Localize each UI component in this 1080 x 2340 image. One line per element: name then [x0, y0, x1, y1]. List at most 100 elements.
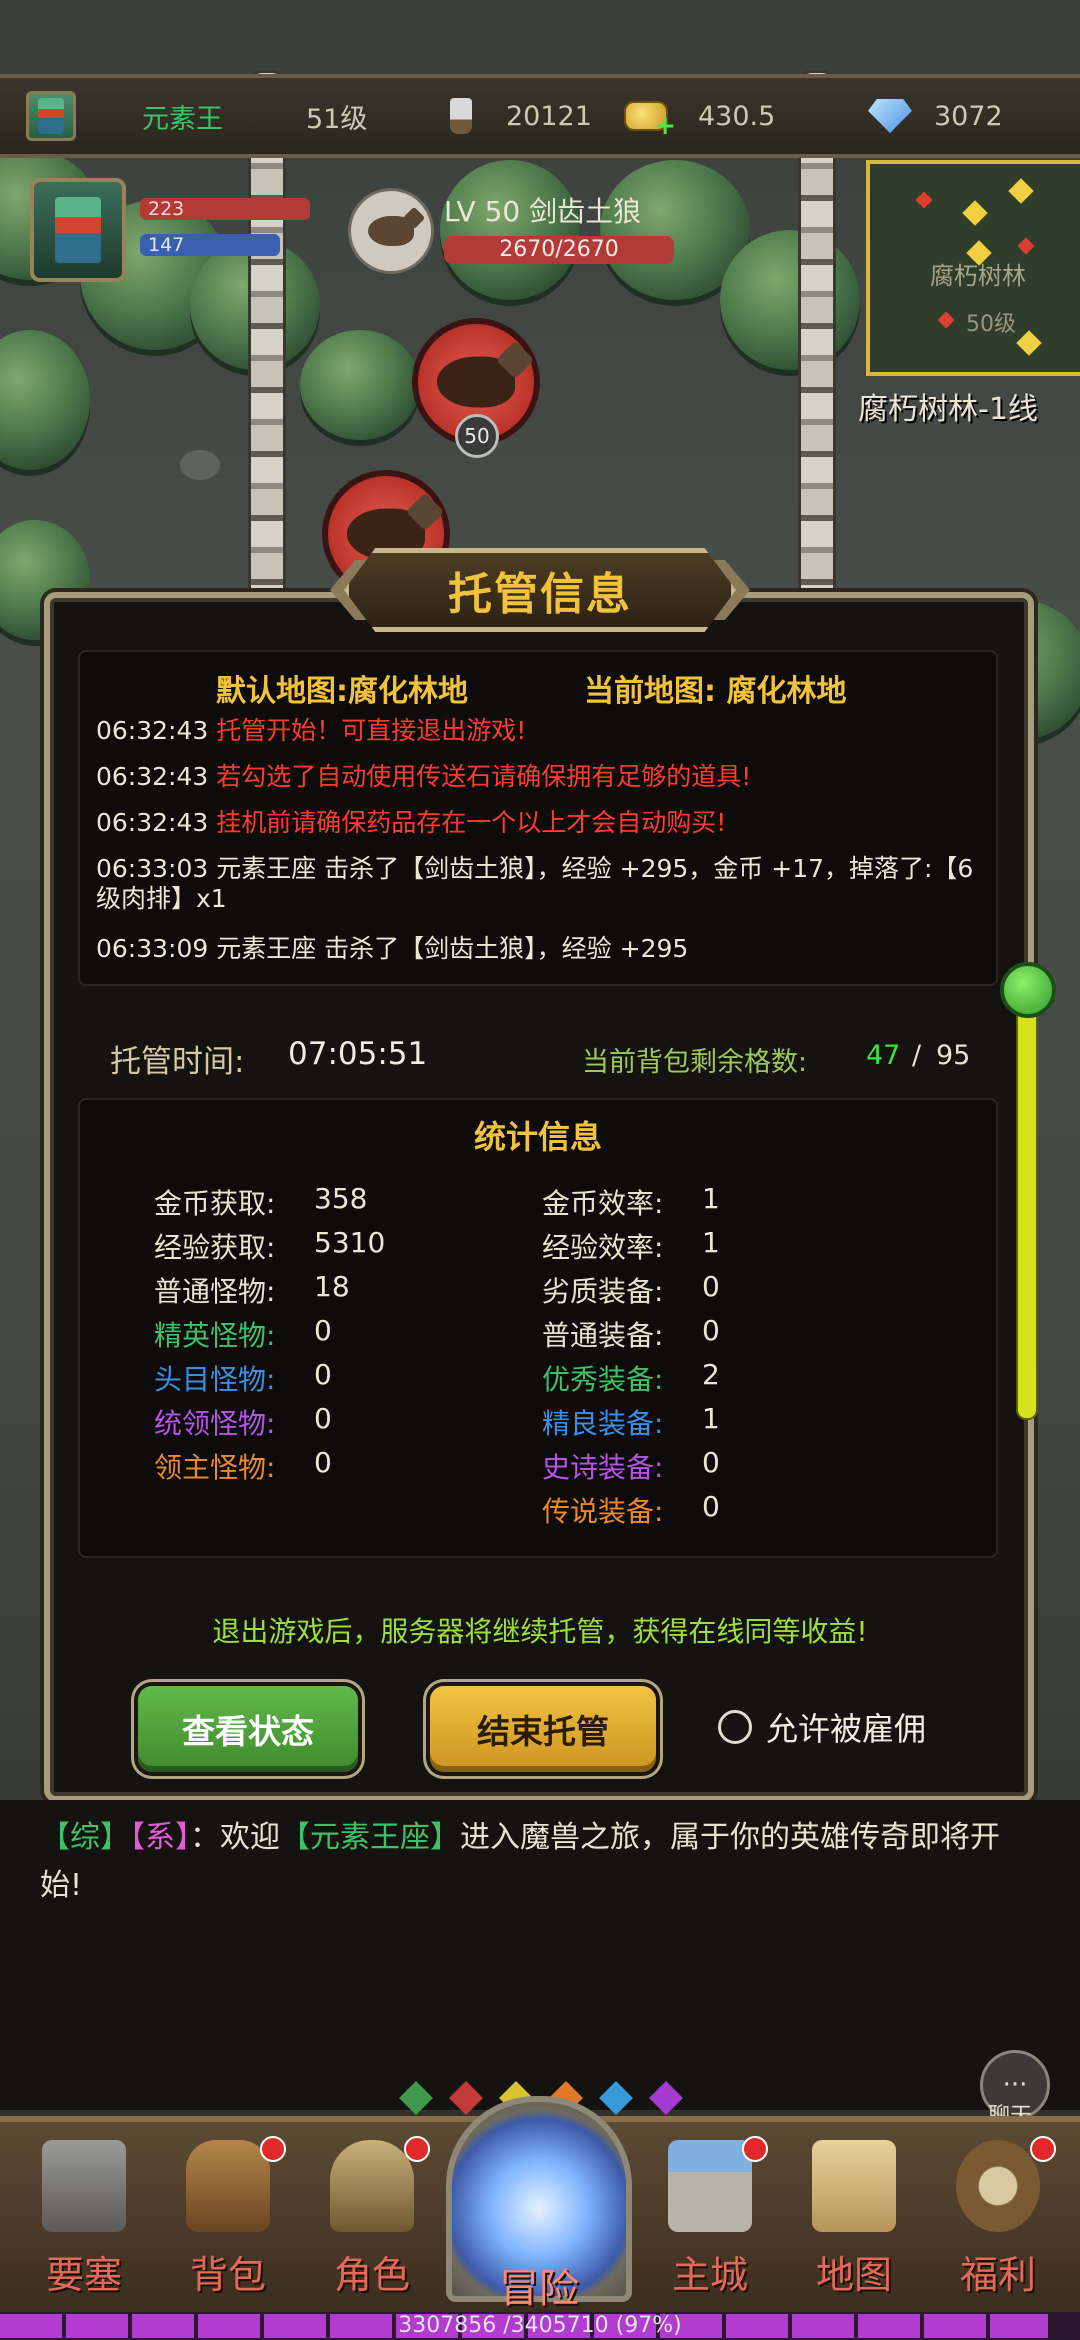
- stat-value: 358: [314, 1182, 368, 1215]
- player-name: 元素王: [142, 103, 223, 135]
- minimap-enemy-dot: [1017, 237, 1035, 255]
- wolf-icon: [436, 356, 516, 408]
- stat-row: 经验效率: 1: [542, 1226, 720, 1266]
- hosting-log-panel[interactable]: 默认地图:腐化林地 当前地图: 腐化林地 06:32:43 托管开始！可直接退出…: [78, 650, 998, 986]
- diamond-group[interactable]: 3072: [868, 92, 1003, 140]
- gold-group[interactable]: 430.5: [624, 92, 776, 141]
- power-value: 20121: [506, 100, 592, 132]
- bag-slots-label: 当前背包剩余格数:: [582, 1047, 808, 1078]
- log-line: 06:33:09 元素王座 击杀了【剑齿土狼】，经验 +295: [96, 934, 689, 963]
- side-scroll-knob[interactable]: [1000, 962, 1056, 1018]
- stat-label: 经验获取:: [154, 1231, 276, 1264]
- nav-label: 地图: [815, 2253, 892, 2297]
- notification-dot: [1030, 2136, 1056, 2162]
- dialog-title: 托管信息: [344, 548, 736, 632]
- stat-value: 0: [314, 1314, 332, 1347]
- tree: [300, 330, 420, 440]
- nav-map[interactable]: 地图: [794, 2140, 914, 2300]
- hero-hp-bar: 223: [140, 198, 310, 220]
- nav-welfare[interactable]: 福利: [938, 2136, 1058, 2300]
- stone: [180, 450, 220, 480]
- stat-row: 普通装备: 0: [542, 1314, 720, 1354]
- target-hp-bar: 2670/2670: [444, 236, 674, 264]
- player-avatar-small[interactable]: [26, 91, 76, 141]
- chat-player-name[interactable]: 【元素王座】: [280, 1820, 460, 1855]
- stat-value: 0: [314, 1358, 332, 1391]
- allow-hire-radio[interactable]: 允许被雇佣: [718, 1704, 926, 1750]
- stat-value: 0: [702, 1446, 720, 1479]
- offline-notice: 退出游戏后，服务器将继续托管，获得在线同等收益!: [212, 1615, 868, 1648]
- minimap-area-level: 50级: [966, 312, 1016, 337]
- side-scroll-track[interactable]: [1016, 1000, 1038, 1420]
- nav-backpack[interactable]: 背包: [168, 2136, 288, 2300]
- stat-row: 普通怪物: 18: [154, 1270, 350, 1310]
- nav-label: 主城: [671, 2253, 748, 2297]
- stat-value: 1: [702, 1182, 720, 1215]
- wolf-icon: [348, 188, 434, 274]
- notification-dot: [260, 2136, 286, 2162]
- hosting-time-value: 07:05:51: [288, 1036, 428, 1072]
- stat-row: 头目怪物: 0: [154, 1358, 332, 1398]
- map-line-label[interactable]: 腐朽树林-1线: [858, 384, 1038, 428]
- top-status-bar: 元素王 51级 20121 430.5 3072: [0, 74, 1080, 158]
- experience-text: 3307856 /3405710 (97%): [398, 2313, 682, 2338]
- hero-portrait[interactable]: [30, 178, 126, 282]
- nav-main-city[interactable]: 主城: [650, 2136, 770, 2300]
- stat-label: 优秀装备:: [542, 1363, 664, 1396]
- stat-label: 普通怪物:: [154, 1275, 276, 1308]
- statistics-panel: 统计信息 金币获取: 358 经验获取: 5310 普通怪物: 18 精英怪物: 0 头目怪物:…: [78, 1098, 998, 1558]
- nav-adventure-label[interactable]: 冒险: [446, 2256, 632, 2314]
- stat-value: 5310: [314, 1226, 386, 1259]
- end-hosting-button[interactable]: 结束托管: [430, 1686, 656, 1772]
- gold-coin-plus-icon[interactable]: [624, 101, 676, 141]
- radio-unchecked-icon[interactable]: [718, 1710, 752, 1744]
- fortress-icon: [42, 2140, 126, 2232]
- stat-value: 18: [314, 1270, 350, 1303]
- stat-label: 金币获取:: [154, 1187, 276, 1220]
- bag-slots-current: 47: [866, 1040, 901, 1071]
- nav-label: 角色: [333, 2253, 410, 2297]
- enemy-level-badge: 50: [455, 414, 499, 458]
- stat-row: 经验获取: 5310: [154, 1226, 385, 1266]
- minimap-enemy-dot: [937, 311, 955, 329]
- minimap-marker: [962, 200, 988, 226]
- stat-value: 0: [702, 1270, 720, 1303]
- target-info[interactable]: LV 50 剑齿土狼 2670/2670: [348, 180, 778, 276]
- gold-value: 430.5: [698, 100, 776, 132]
- stat-value: 1: [702, 1402, 720, 1435]
- chat-panel[interactable]: 【综】【系】：欢迎【元素王座】进入魔兽之旅，属于你的英雄传奇即将开始!: [0, 1800, 1080, 2110]
- castle-icon: [668, 2140, 752, 2232]
- backpack-icon: [186, 2140, 270, 2232]
- log-line: 06:32:43 挂机前请确保药品存在一个以上才会自动购买!: [96, 808, 727, 837]
- notification-dot: [742, 2136, 768, 2162]
- default-map-label: 默认地图:腐化林地: [216, 674, 468, 709]
- stat-row: 劣质装备: 0: [542, 1270, 720, 1310]
- stat-value: 2: [702, 1358, 720, 1391]
- nav-label: 背包: [189, 2253, 266, 2297]
- log-line: 06:32:43 托管开始！可直接退出游戏!: [96, 716, 527, 745]
- nav-character[interactable]: 角色: [312, 2136, 432, 2300]
- log-line: 06:33:03 元素王座 击杀了【剑齿土狼】，经验 +295，金币 +17，掉…: [96, 854, 974, 913]
- minimap-marker: [1016, 330, 1042, 356]
- bag-slots-separator: /: [912, 1040, 922, 1071]
- player-level: 51级: [306, 103, 368, 135]
- log-line: 06:32:43 若勾选了自动使用传送石请确保拥有足够的道具!: [96, 762, 752, 791]
- minimap[interactable]: 腐朽树林 50级: [866, 160, 1080, 376]
- chat-tag-system[interactable]: 【系】: [130, 1820, 190, 1855]
- stat-row: 金币效率: 1: [542, 1182, 720, 1222]
- map-header: 默认地图:腐化林地 当前地图: 腐化林地: [80, 660, 996, 709]
- nav-fortress[interactable]: 要塞: [24, 2140, 144, 2300]
- stat-label: 史诗装备:: [542, 1451, 664, 1484]
- view-status-button[interactable]: 查看状态: [138, 1686, 358, 1772]
- statistics-title: 统计信息: [473, 1118, 602, 1156]
- chat-tag-all[interactable]: 【综】: [40, 1820, 130, 1855]
- stat-label: 精良装备:: [542, 1407, 664, 1440]
- stat-value: 0: [314, 1402, 332, 1435]
- helmet-icon: [330, 2140, 414, 2232]
- tree: [0, 330, 90, 470]
- diamond-value: 3072: [934, 100, 1003, 132]
- totem-icon: [26, 91, 76, 141]
- scroll-map-icon: [812, 2140, 896, 2232]
- totem-icon: [55, 197, 101, 263]
- sword-icon: [450, 98, 472, 134]
